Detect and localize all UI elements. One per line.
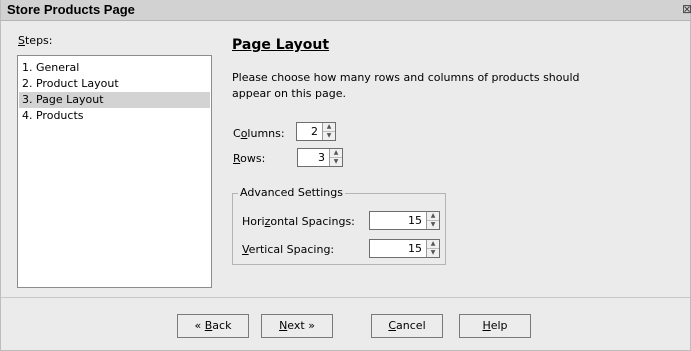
rows-stepper[interactable]: 3 ▲ ▼ bbox=[297, 148, 343, 167]
horizontal-spacing-stepper[interactable]: 15 ▲ ▼ bbox=[369, 211, 440, 230]
close-icon[interactable]: ⊠ bbox=[682, 3, 691, 15]
rows-label: Rows: bbox=[233, 152, 266, 165]
step-item-general[interactable]: 1. General bbox=[19, 60, 210, 76]
vertical-spacing-stepper[interactable]: 15 ▲ ▼ bbox=[369, 239, 440, 258]
horizontal-spin-buttons[interactable]: ▲ ▼ bbox=[426, 212, 439, 229]
vertical-spacing-value[interactable]: 15 bbox=[408, 240, 425, 257]
horizontal-spacing-label: Horizontal Spacings: bbox=[242, 215, 355, 228]
help-button[interactable]: Help bbox=[459, 314, 531, 338]
cancel-button[interactable]: Cancel bbox=[371, 314, 443, 338]
back-button[interactable]: « Back bbox=[177, 314, 249, 338]
horizontal-spacing-value[interactable]: 15 bbox=[408, 212, 425, 229]
steps-label: Steps: bbox=[18, 34, 53, 47]
step-item-product-layout[interactable]: 2. Product Layout bbox=[19, 76, 210, 92]
spin-down-icon[interactable]: ▼ bbox=[427, 221, 439, 229]
columns-spin-buttons[interactable]: ▲ ▼ bbox=[322, 123, 335, 140]
button-separator bbox=[1, 297, 690, 298]
window-title: Store Products Page bbox=[7, 2, 135, 17]
spin-up-icon[interactable]: ▲ bbox=[330, 149, 342, 158]
vertical-spacing-label: Vertical Spacing: bbox=[242, 243, 335, 256]
spin-up-icon[interactable]: ▲ bbox=[427, 240, 439, 249]
spin-down-icon[interactable]: ▼ bbox=[330, 158, 342, 166]
spin-down-icon[interactable]: ▼ bbox=[427, 249, 439, 257]
step-item-products[interactable]: 4. Products bbox=[19, 108, 210, 124]
advanced-settings-legend: Advanced Settings bbox=[238, 186, 345, 199]
spin-up-icon[interactable]: ▲ bbox=[323, 123, 335, 132]
rows-spin-buttons[interactable]: ▲ ▼ bbox=[329, 149, 342, 166]
spin-up-icon[interactable]: ▲ bbox=[427, 212, 439, 221]
columns-label: Columns: bbox=[233, 127, 285, 140]
steps-list[interactable]: 1. General 2. Product Layout 3. Page Lay… bbox=[17, 55, 212, 288]
page-description: Please choose how many rows and columns … bbox=[232, 71, 580, 100]
columns-stepper[interactable]: 2 ▲ ▼ bbox=[296, 122, 336, 141]
rows-value[interactable]: 3 bbox=[318, 149, 328, 166]
vertical-spin-buttons[interactable]: ▲ ▼ bbox=[426, 240, 439, 257]
step-item-page-layout[interactable]: 3. Page Layout bbox=[19, 92, 210, 108]
title-bar: Store Products Page ⊠ bbox=[1, 0, 691, 21]
page-title: Page Layout bbox=[232, 37, 330, 53]
next-button[interactable]: Next » bbox=[261, 314, 333, 338]
store-products-dialog: Store Products Page ⊠ Steps: 1. General … bbox=[0, 0, 691, 351]
columns-value[interactable]: 2 bbox=[311, 123, 321, 140]
spin-down-icon[interactable]: ▼ bbox=[323, 132, 335, 140]
